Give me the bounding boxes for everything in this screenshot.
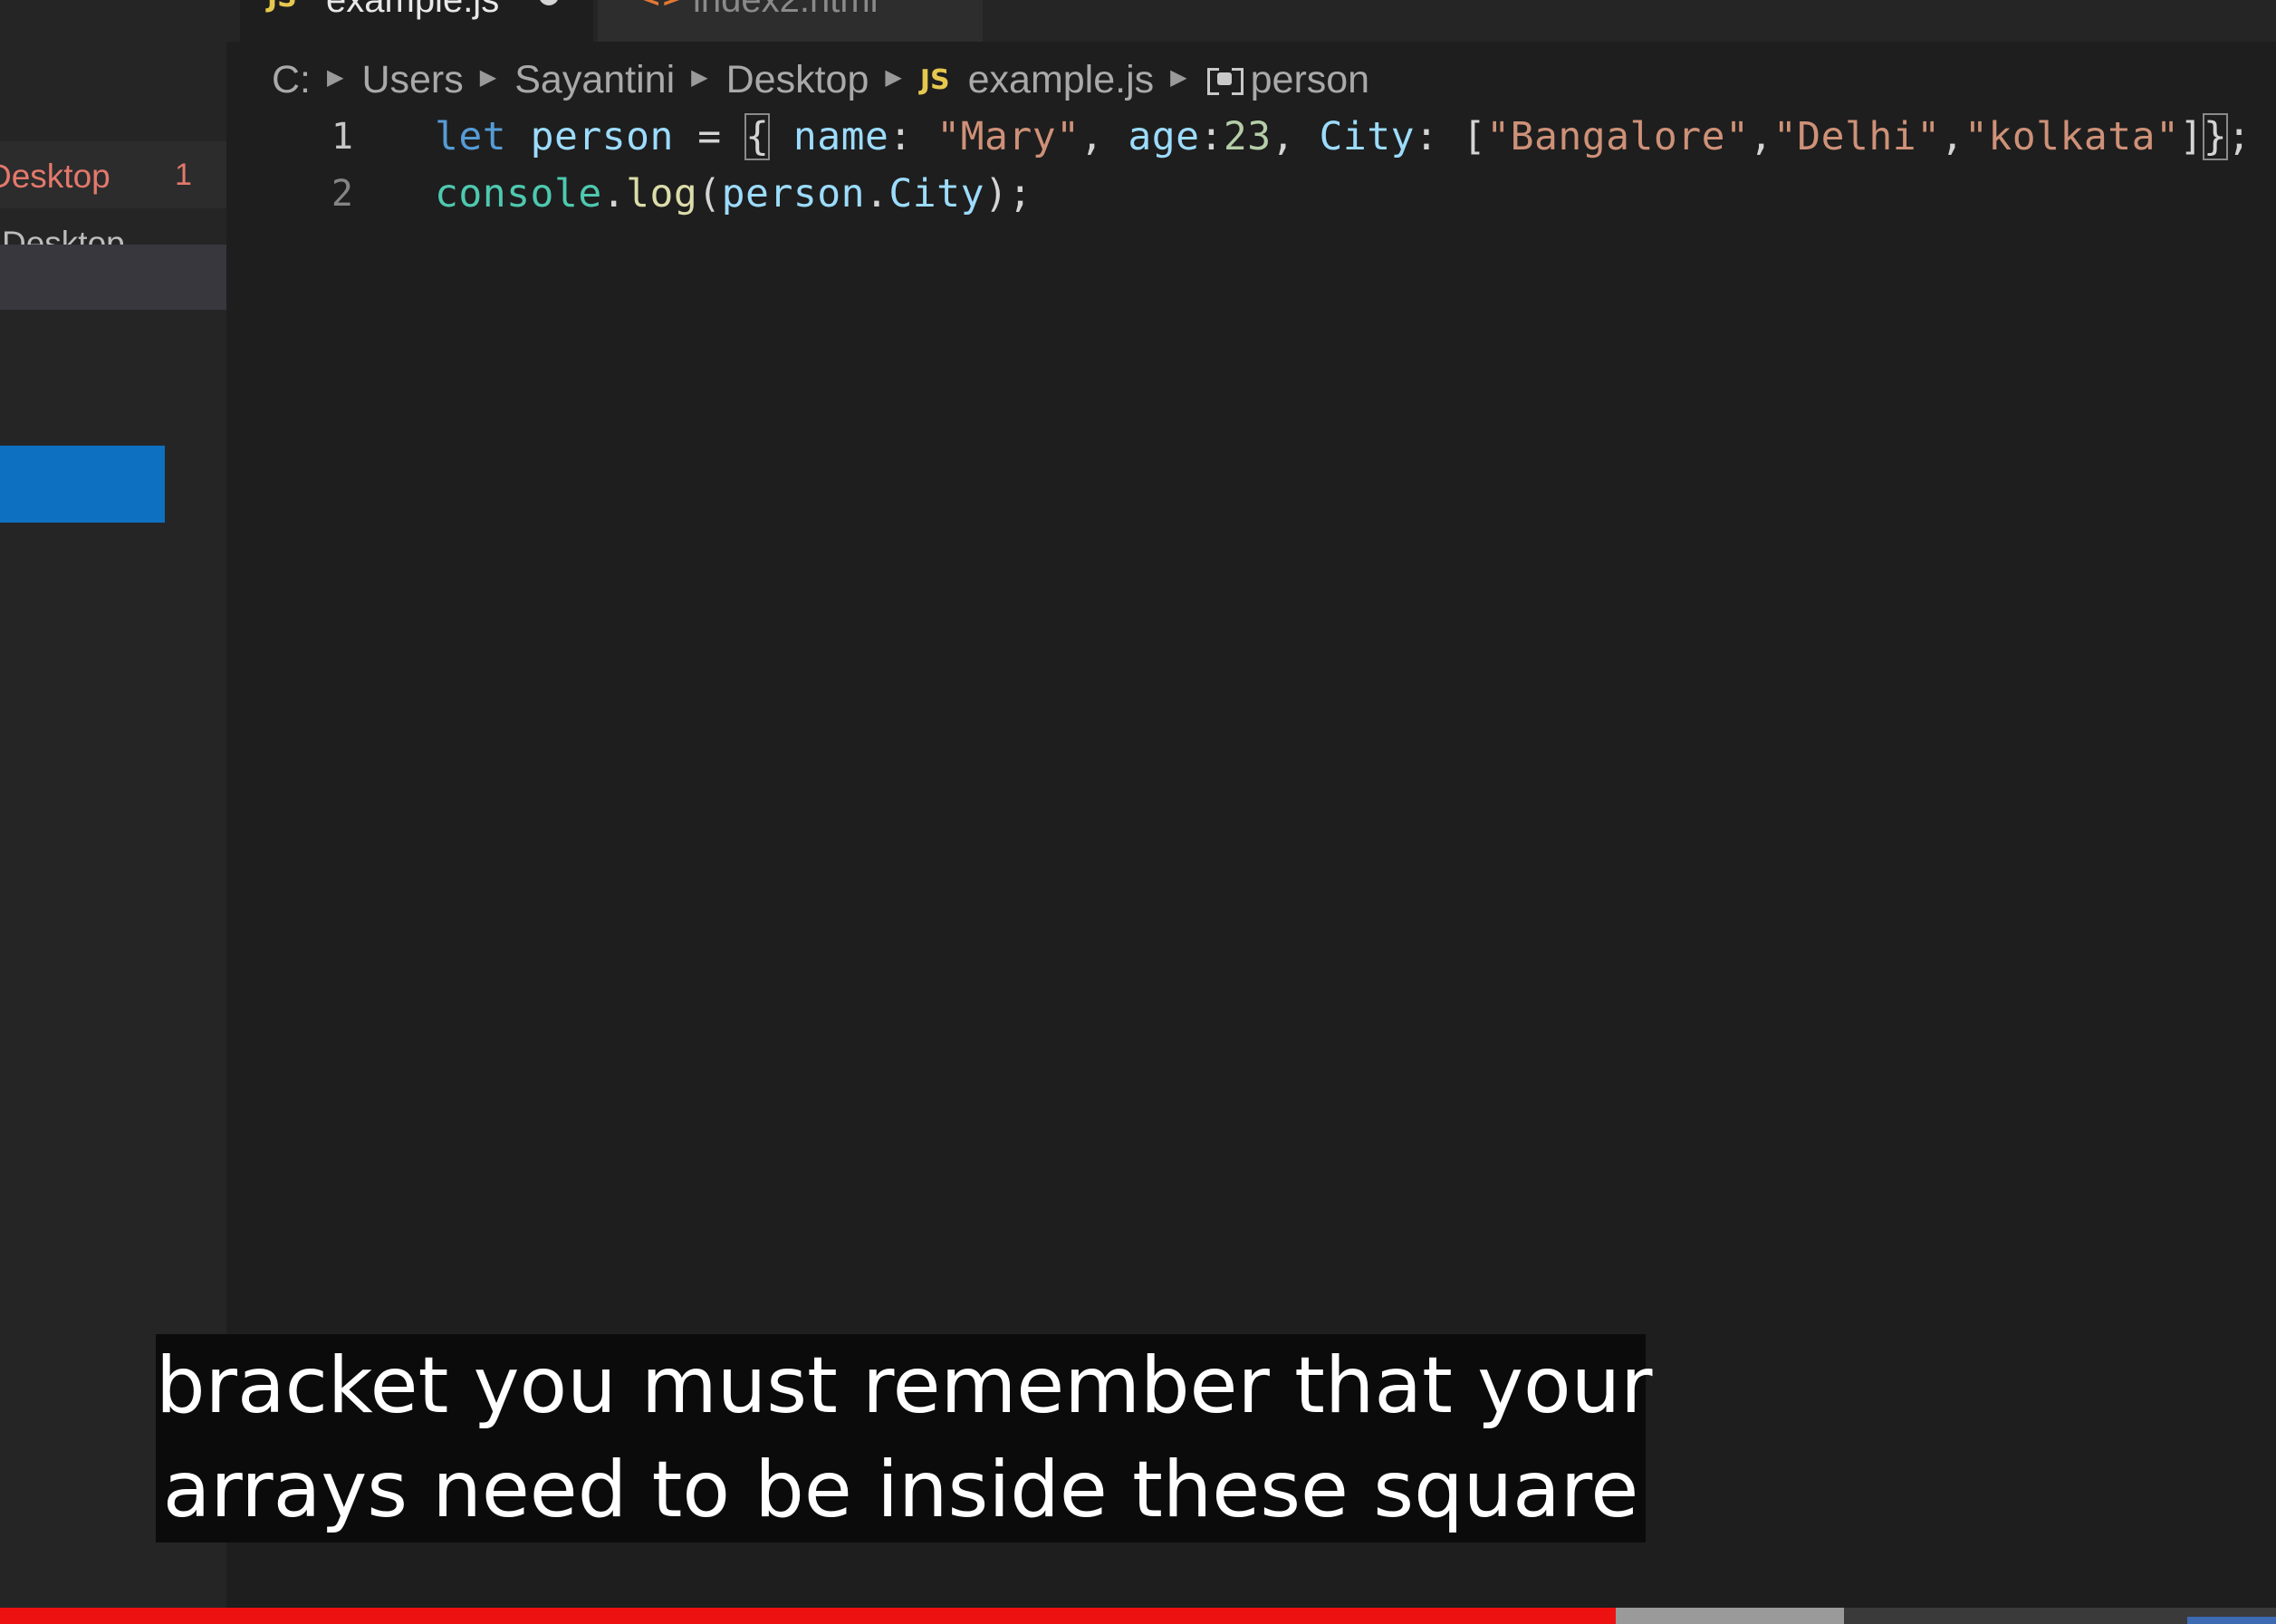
variable-symbol-icon: [1205, 68, 1245, 95]
token: : [: [1415, 114, 1487, 159]
token: console: [435, 171, 602, 216]
token: ,: [1940, 114, 1964, 159]
breadcrumb-file[interactable]: example.js: [968, 58, 1155, 102]
token: City: [888, 171, 984, 216]
token: =: [673, 114, 746, 159]
token: age: [1128, 114, 1200, 159]
sidebar-selected-row[interactable]: [0, 245, 226, 310]
token: "Mary": [936, 114, 1080, 159]
chevron-right-icon: ▶: [1170, 64, 1187, 90]
subtitle-line: bracket you must remember that your: [156, 1341, 1653, 1431]
line-number: 2: [331, 173, 353, 215]
token: "kolkata": [1964, 114, 2180, 159]
token: .: [601, 171, 627, 216]
matched-brace: }: [2202, 113, 2229, 160]
chevron-right-icon: ▶: [691, 64, 708, 90]
subtitle-line: arrays need to be inside these square: [162, 1445, 1639, 1535]
code-text[interactable]: console.log(person.City);: [435, 171, 1032, 216]
chevron-right-icon: ▶: [479, 64, 497, 90]
sidebar-primary-button[interactable]: [0, 446, 165, 523]
matched-brace: {: [744, 113, 771, 160]
breadcrumb-symbol[interactable]: person: [1251, 58, 1369, 102]
javascript-file-icon: JS: [919, 63, 950, 96]
breadcrumb-sayantini[interactable]: Sayantini: [514, 58, 675, 102]
editor-tab-strip: JS example.js <> index2.html: [0, 0, 2276, 42]
token: (: [697, 171, 722, 216]
token: let: [435, 114, 507, 159]
code-line[interactable]: 2 console.log(person.City);: [0, 166, 2276, 224]
video-progress-played[interactable]: [0, 1608, 1616, 1624]
token: "Delhi": [1772, 114, 1941, 159]
breadcrumb: C: ▶ Users ▶ Sayantini ▶ Desktop ▶ JS ex…: [272, 54, 1369, 105]
chevron-right-icon: ▶: [885, 64, 902, 90]
breadcrumb-drive[interactable]: C:: [272, 58, 311, 102]
breadcrumb-users[interactable]: Users: [361, 58, 463, 102]
token: ,: [1749, 114, 1773, 159]
tab-index2-html[interactable]: <> index2.html: [598, 0, 983, 42]
token: ,: [1271, 114, 1320, 159]
token: person: [721, 171, 866, 216]
code-text[interactable]: let person = { name: "Mary", age:23, Cit…: [435, 113, 2252, 160]
token: );: [984, 171, 1032, 216]
tab-label: example.js: [326, 0, 500, 20]
token: person: [530, 114, 674, 159]
video-progress-buffered: [1616, 1608, 1844, 1624]
token: name: [792, 114, 889, 159]
token: :: [888, 114, 937, 159]
breadcrumb-desktop[interactable]: Desktop: [726, 58, 869, 102]
code-line[interactable]: 1 let person = { name: "Mary", age:23, C…: [0, 109, 2276, 167]
token: "Bangalore": [1486, 114, 1750, 159]
video-subtitle: bracket you must remember that your arra…: [156, 1334, 1653, 1542]
tab-label: index2.html: [693, 0, 879, 20]
line-number: 1: [331, 116, 353, 158]
video-progress-edge: [2187, 1617, 2276, 1624]
chevron-right-icon: ▶: [327, 64, 344, 90]
token: .: [865, 171, 889, 216]
token: ]: [2179, 114, 2204, 159]
token: ,: [1080, 114, 1128, 159]
tab-example-js[interactable]: JS example.js: [240, 0, 593, 42]
token: 23: [1223, 114, 1272, 159]
token: ;: [2227, 114, 2252, 159]
token: log: [626, 171, 698, 216]
token: :: [1199, 114, 1224, 159]
token: City: [1319, 114, 1416, 159]
